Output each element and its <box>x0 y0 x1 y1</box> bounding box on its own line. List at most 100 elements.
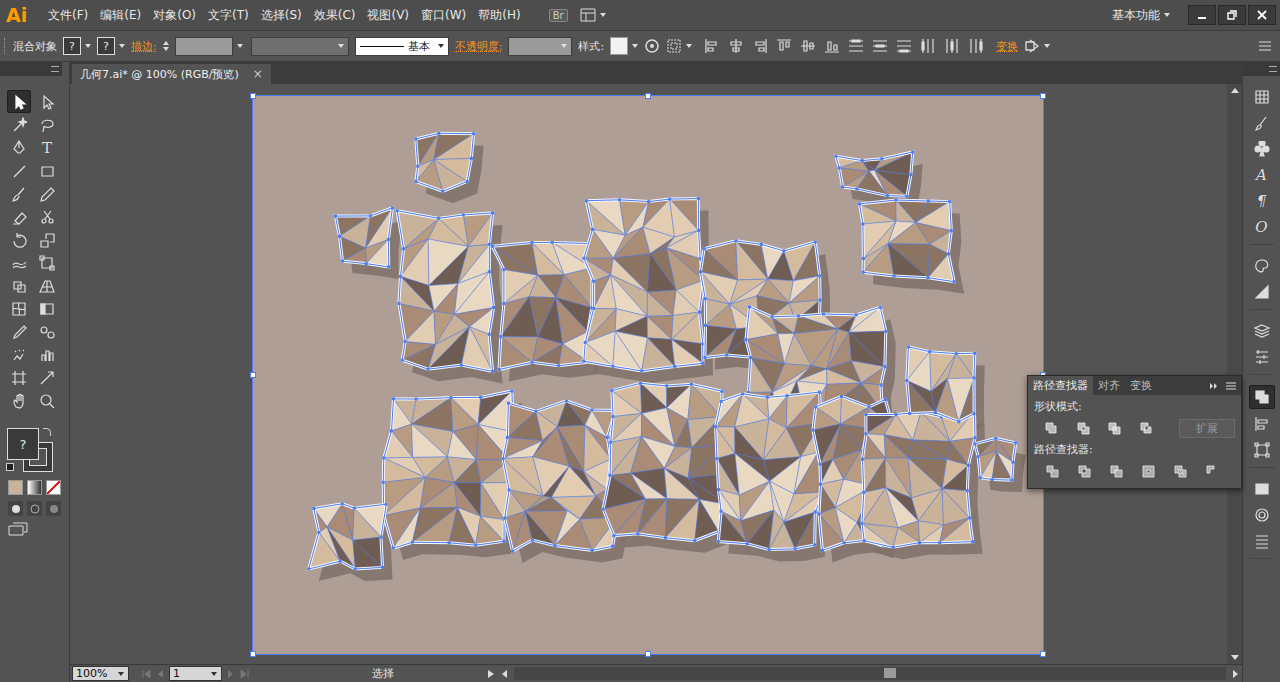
bridge-button[interactable]: Br <box>549 9 568 22</box>
anchor-point[interactable] <box>834 155 837 158</box>
align-button[interactable] <box>968 38 984 54</box>
tool-button[interactable] <box>7 136 31 159</box>
anchor-point[interactable] <box>365 262 368 265</box>
fill-indicator[interactable]: ? <box>7 428 39 460</box>
anchor-point[interactable] <box>380 536 383 539</box>
anchor-point[interactable] <box>968 516 971 519</box>
stroke-swatch[interactable]: ? <box>97 37 125 55</box>
control-bar-menu[interactable] <box>1258 40 1272 52</box>
anchor-point[interactable] <box>1012 461 1015 464</box>
anchor-point[interactable] <box>639 382 642 385</box>
anchor-point[interactable] <box>905 195 908 198</box>
bounding-handle[interactable] <box>1040 651 1046 657</box>
draw-behind-button[interactable] <box>27 501 42 516</box>
anchor-point[interactable] <box>609 441 612 444</box>
anchor-point[interactable] <box>699 270 702 273</box>
dock-button[interactable] <box>1250 320 1274 342</box>
anchor-point[interactable] <box>909 173 912 176</box>
anchor-point[interactable] <box>704 297 707 300</box>
document-tab[interactable]: 几何7.ai* @ 100% (RGB/预览) × <box>72 64 271 84</box>
anchor-point[interactable] <box>411 541 414 544</box>
anchor-point[interactable] <box>840 395 843 398</box>
anchor-point[interactable] <box>397 302 400 305</box>
tool-button[interactable] <box>7 343 31 366</box>
last-artboard-button[interactable] <box>240 669 250 679</box>
poly-group[interactable] <box>582 197 705 372</box>
default-colors-icon[interactable] <box>6 463 14 471</box>
anchor-point[interactable] <box>883 365 886 368</box>
panel-tab[interactable]: 变换 <box>1125 376 1157 395</box>
anchor-point[interactable] <box>861 458 864 461</box>
anchor-point[interactable] <box>938 541 941 544</box>
tool-button[interactable] <box>35 389 59 412</box>
anchor-point[interactable] <box>606 436 609 439</box>
anchor-point[interactable] <box>415 398 418 401</box>
stroke-weight-field[interactable] <box>175 37 233 56</box>
poly-group[interactable] <box>396 209 496 373</box>
anchor-point[interactable] <box>341 260 344 263</box>
anchor-point[interactable] <box>437 217 440 220</box>
anchor-point[interactable] <box>811 429 814 432</box>
anchor-point[interactable] <box>511 550 514 553</box>
anchor-point[interactable] <box>865 432 868 435</box>
poly-group[interactable] <box>491 241 594 371</box>
anchor-point[interactable] <box>814 511 817 514</box>
bounding-handle[interactable] <box>250 93 256 99</box>
anchor-point[interactable] <box>884 398 887 401</box>
anchor-point[interactable] <box>474 544 477 547</box>
anchor-point[interactable] <box>884 330 887 333</box>
anchor-point[interactable] <box>814 405 817 408</box>
poly-group[interactable] <box>905 345 976 423</box>
anchor-point[interactable] <box>592 280 595 283</box>
anchor-point[interactable] <box>611 545 614 548</box>
anchor-point[interactable] <box>947 252 950 255</box>
tool-button[interactable] <box>7 389 31 412</box>
anchor-point[interactable] <box>768 548 771 551</box>
anchor-point[interactable] <box>862 491 865 494</box>
anchor-point[interactable] <box>819 299 822 302</box>
anchor-point[interactable] <box>448 541 451 544</box>
tool-button[interactable] <box>7 366 31 389</box>
pathfinder-button[interactable] <box>1074 462 1094 480</box>
anchor-point[interactable] <box>841 186 844 189</box>
align-button[interactable] <box>920 38 936 54</box>
screen-mode-button[interactable] <box>8 522 28 536</box>
anchor-point[interactable] <box>618 198 621 201</box>
dock-button[interactable] <box>1250 281 1274 303</box>
anchor-point[interactable] <box>339 560 342 563</box>
poly-group[interactable] <box>973 437 1017 482</box>
anchor-point[interactable] <box>479 396 482 399</box>
anchor-point[interactable] <box>591 228 594 231</box>
arrange-documents-button[interactable] <box>580 8 606 22</box>
anchor-point[interactable] <box>591 549 594 552</box>
anchor-point[interactable] <box>602 508 605 511</box>
dock-button[interactable]: O <box>1250 216 1274 238</box>
anchor-point[interactable] <box>502 457 505 460</box>
anchor-point[interactable] <box>858 202 861 205</box>
tool-button[interactable] <box>7 205 31 228</box>
anchor-point[interactable] <box>460 364 463 367</box>
anchor-point[interactable] <box>855 187 858 190</box>
fill-swatch[interactable]: ? <box>63 37 91 55</box>
tool-button[interactable] <box>35 228 59 251</box>
align-button[interactable] <box>704 38 720 54</box>
anchor-point[interactable] <box>704 324 707 327</box>
dock-button[interactable] <box>1250 346 1274 368</box>
anchor-point[interactable] <box>531 539 534 542</box>
anchor-point[interactable] <box>703 356 706 359</box>
anchor-point[interactable] <box>994 437 997 440</box>
tool-button[interactable]: T <box>35 136 59 159</box>
anchor-point[interactable] <box>612 534 615 537</box>
anchor-point[interactable] <box>401 359 404 362</box>
anchor-point[interactable] <box>1014 441 1017 444</box>
dock-button[interactable] <box>1250 413 1274 435</box>
anchor-point[interactable] <box>950 229 953 232</box>
low-poly-artwork[interactable] <box>253 96 1043 654</box>
anchor-point[interactable] <box>427 368 430 371</box>
anchor-point[interactable] <box>585 199 588 202</box>
draw-normal-button[interactable] <box>8 501 23 516</box>
scroll-down-icon[interactable] <box>1231 655 1239 660</box>
anchor-point[interactable] <box>609 474 612 477</box>
scroll-right-button[interactable] <box>1230 669 1240 679</box>
poly-group[interactable] <box>382 390 515 550</box>
